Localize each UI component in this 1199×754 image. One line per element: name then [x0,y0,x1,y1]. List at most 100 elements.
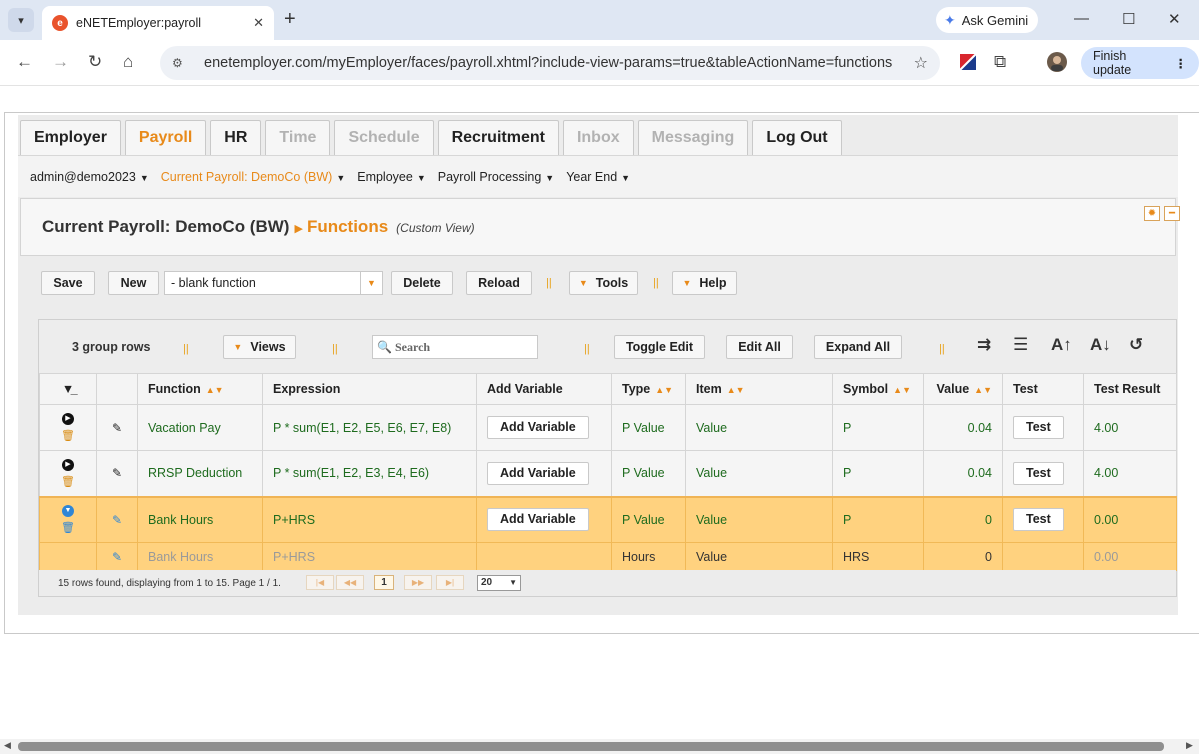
item-column-header[interactable]: Item ▲▼ [685,373,833,405]
delete-button[interactable]: Delete [391,271,453,295]
search-input[interactable]: 🔍 Search [372,335,538,359]
chevron-down-icon: ▼ [682,278,692,288]
test-result-column-header: Test Result [1083,373,1177,405]
user-menu[interactable]: admin@demo2023 ▼ [30,170,149,184]
edit-all-button[interactable]: Edit All [726,335,793,359]
test-button[interactable]: Test [1013,461,1064,485]
tab-payroll[interactable]: Payroll [124,120,207,155]
edit-pencil-icon[interactable]: ✎ [112,513,122,527]
add-variable-button[interactable]: Add Variable [487,508,589,532]
add-variable-button[interactable]: Add Variable [487,416,589,439]
bookmark-star-icon[interactable]: ☆ [914,53,928,73]
home-icon[interactable]: ⌂ [123,52,133,72]
table-row[interactable]: ▶ 🗑 ✎ Vacation Pay P * sum(E1, E2, E5, E6… [39,404,1177,451]
year-end-menu[interactable]: Year End ▼ [566,170,630,184]
scroll-left-icon[interactable]: ◀ [4,740,11,751]
table-row[interactable]: ▶ 🗑 ✎ RRSP Deduction P * sum(E1, E2, E3, … [39,450,1177,497]
delete-row-icon[interactable]: 🗑 [40,521,96,534]
payroll-processing-menu[interactable]: Payroll Processing ▼ [438,170,554,184]
browser-tabbar: ▾ e eNETEmployer:payroll ✕ + ✦ Ask Gemin… [0,0,1199,40]
test-button[interactable]: Test [1013,508,1064,532]
minimize-icon[interactable]: — [1074,10,1089,27]
wrap-text-icon[interactable]: ⇉ [977,335,991,355]
tab-search-icon[interactable]: ▾ [8,8,34,32]
close-window-icon[interactable]: ✕ [1168,10,1181,28]
maximize-icon[interactable]: ☐ [1122,10,1135,28]
sort-updown-icon[interactable]: ▲▼ [893,385,911,395]
forward-icon[interactable]: → [52,52,69,72]
table-row-selected[interactable]: ▼ 🗑 ✎ Bank Hours P+HRS Add Variable P Val… [39,496,1177,543]
back-icon[interactable]: ← [16,52,33,72]
add-variable-button[interactable]: Add Variable [487,461,589,485]
tab-employer[interactable]: Employer [20,120,121,155]
browser-tab-title: eNETEmployer:payroll [76,16,202,30]
finish-update-button[interactable]: Finish update ⋮ [1081,47,1199,79]
close-tab-icon[interactable]: ✕ [253,15,264,31]
tab-recruitment[interactable]: Recruitment [437,120,559,155]
add-variable-cell: Add Variable [476,450,612,497]
value-column-header[interactable]: Value ▲▼ [923,373,1003,405]
type-column-header[interactable]: Type ▲▼ [611,373,686,405]
ask-gemini-button[interactable]: ✦ Ask Gemini [936,7,1039,33]
profile-avatar[interactable] [1047,52,1067,72]
delete-row-icon[interactable]: 🗑 [40,429,96,442]
expand-row-icon[interactable]: ▶ [62,458,74,471]
edit-pencil-icon[interactable]: ✎ [112,421,122,435]
scroll-right-icon[interactable]: ▶ [1186,740,1193,751]
url-field[interactable]: ⚙ enetemployer.com/myEmployer/faces/payr… [160,46,940,80]
expand-all-button[interactable]: Expand All [814,335,902,359]
reload-button[interactable]: Reload [466,271,532,295]
toggle-edit-button[interactable]: Toggle Edit [614,335,705,359]
font-decrease-icon[interactable]: A↓ [1090,335,1111,355]
save-button[interactable]: Save [41,271,95,295]
new-tab-icon[interactable]: + [284,8,296,30]
table-child-row[interactable]: ✎ Bank Hours P+HRS Hours Value HRS 0 0.0… [39,542,1177,571]
last-page-icon[interactable]: ▶| [436,575,464,590]
test-button[interactable]: Test [1013,416,1064,439]
help-button[interactable]: ▼ Help [672,271,737,295]
sort-updown-icon[interactable]: ▲▼ [655,385,673,395]
sort-updown-icon[interactable]: ▲▼ [974,385,992,395]
extensions-puzzle-icon[interactable]: ⧉ [994,52,1006,72]
employee-menu[interactable]: Employee ▼ [357,170,426,184]
sort-updown-icon[interactable]: ▲▼ [206,385,224,395]
collapse-icon[interactable]: ━ [1164,206,1180,221]
expand-row-icon[interactable]: ▶ [62,413,74,425]
reload-icon[interactable]: ↻ [88,52,102,72]
symbol-cell: P [832,450,924,497]
reset-icon[interactable]: ↺ [1129,335,1143,355]
tab-hr[interactable]: HR [210,120,262,155]
tab-logout[interactable]: Log Out [752,120,842,155]
page-size-select[interactable]: 20 ▼ [477,575,521,591]
previous-page-icon[interactable]: ◀◀ [336,575,364,590]
edit-pencil-icon[interactable]: ✎ [112,466,122,480]
collapse-row-icon[interactable]: ▼ [62,505,74,518]
font-increase-icon[interactable]: A↑ [1051,335,1072,355]
expression-column-header[interactable]: Expression [262,373,477,405]
delete-row-icon[interactable]: 🗑 [40,475,96,488]
new-button[interactable]: New [108,271,159,295]
views-button[interactable]: ▼ Views [223,335,296,359]
function-template-select[interactable]: - blank function ▼ [164,271,383,295]
next-page-icon[interactable]: ▶▶ [404,575,432,590]
current-page-button[interactable]: 1 [374,575,394,590]
horizontal-scrollbar[interactable]: ◀ ▶ [0,739,1199,754]
row-controls: ▶ 🗑 [39,450,97,497]
first-page-icon[interactable]: |◀ [306,575,334,590]
chevron-down-icon[interactable]: ▼ [360,272,382,294]
browser-tab[interactable]: e eNETEmployer:payroll ✕ [42,6,274,40]
filter-icon[interactable]: ▼̲ [62,382,74,396]
edit-pencil-icon[interactable]: ✎ [112,550,122,564]
scrollbar-thumb[interactable] [18,742,1164,751]
settings-gear-icon[interactable]: ✹ [1144,206,1160,221]
url-text[interactable]: enetemployer.com/myEmployer/faces/payrol… [204,55,914,71]
sort-updown-icon[interactable]: ▲▼ [727,385,745,395]
symbol-column-header[interactable]: Symbol ▲▼ [832,373,924,405]
site-info-icon[interactable]: ⚙ [172,56,190,70]
filter-header[interactable]: ▼̲ [39,373,97,405]
tools-button[interactable]: ▼ Tools [569,271,638,295]
function-column-header[interactable]: Function ▲▼ [137,373,263,405]
extension-flag-icon[interactable] [958,52,978,72]
clear-filter-icon[interactable]: ☰ [1013,335,1028,355]
current-payroll-menu[interactable]: Current Payroll: DemoCo (BW) ▼ [161,170,346,184]
